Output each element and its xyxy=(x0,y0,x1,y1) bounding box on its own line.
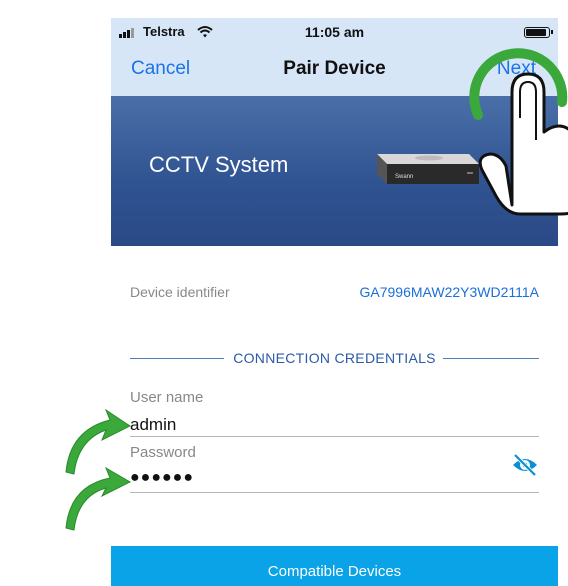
dvr-device-image: Swann xyxy=(377,154,479,184)
next-button[interactable]: Next xyxy=(497,58,536,80)
password-label: Password xyxy=(130,444,196,461)
password-underline xyxy=(130,492,539,493)
device-type-title: CCTV System xyxy=(149,152,289,177)
status-bar: Telstra 11:05 am xyxy=(111,18,558,46)
battery-icon xyxy=(524,27,553,38)
page-title: Pair Device xyxy=(283,58,386,79)
device-identifier-label: Device identifier xyxy=(130,284,230,300)
phone-screen: Telstra 11:05 am Cancel Pair Device Next… xyxy=(111,18,558,586)
username-underline xyxy=(130,436,539,437)
device-brand-logo: Swann xyxy=(395,174,413,180)
hide-password-icon[interactable] xyxy=(511,452,539,478)
credentials-section-header: CONNECTION CREDENTIALS xyxy=(130,350,539,370)
device-banner: CCTV System Swann xyxy=(111,96,558,246)
username-field[interactable]: admin xyxy=(130,415,176,435)
username-label: User name xyxy=(130,389,204,406)
device-identifier-value: GA7996MAW22Y3WD2111A xyxy=(359,284,540,300)
password-field[interactable]: ●●●●●● xyxy=(130,469,194,487)
divider-right xyxy=(443,358,539,359)
navigation-bar: Cancel Pair Device Next xyxy=(111,46,558,96)
status-time: 11:05 am xyxy=(304,24,365,40)
compatible-devices-button[interactable]: Compatible Devices xyxy=(111,546,558,586)
